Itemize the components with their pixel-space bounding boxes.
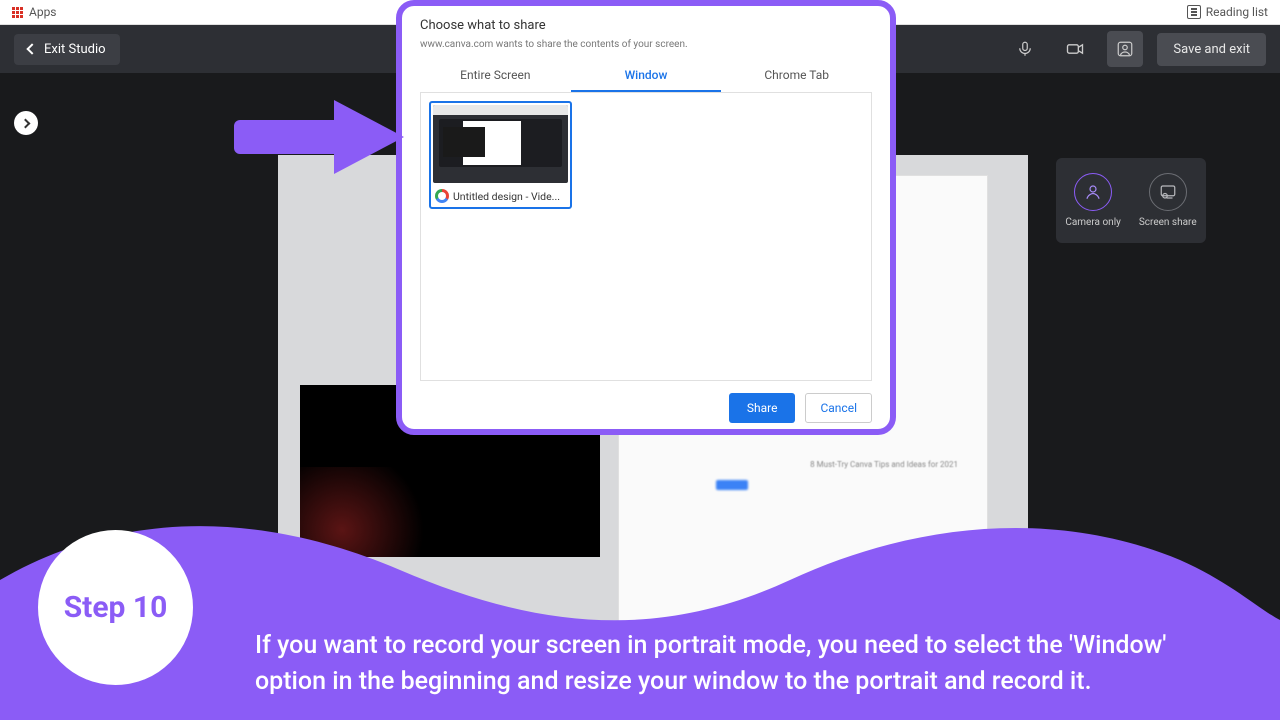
presenter-button[interactable] xyxy=(1107,31,1143,67)
screen-share-label: Screen share xyxy=(1139,217,1197,228)
exit-studio-label: Exit Studio xyxy=(44,42,106,57)
canvas-blurred-pill xyxy=(716,480,748,490)
screen-share-circle xyxy=(1149,173,1187,211)
camera-icon xyxy=(1065,39,1085,59)
reading-list-button[interactable]: Reading list xyxy=(1187,5,1268,19)
canvas-blurred-text: 8 Must-Try Canva Tips and Ideas for 2021 xyxy=(810,460,958,469)
camera-only-option[interactable]: Camera only xyxy=(1065,173,1121,228)
share-body: Untitled design - Vide... xyxy=(420,93,872,381)
cancel-button[interactable]: Cancel xyxy=(805,393,872,423)
screen-share-option[interactable]: Screen share xyxy=(1139,173,1197,228)
reading-list-icon xyxy=(1187,5,1201,19)
exit-studio-button[interactable]: Exit Studio xyxy=(14,34,120,65)
chrome-icon xyxy=(435,189,449,203)
step-instruction-text: If you want to record your screen in por… xyxy=(255,628,1180,701)
apps-grid-icon xyxy=(12,7,23,18)
tutorial-step-overlay: Step 10 If you want to record your scree… xyxy=(0,500,1280,720)
dialog-actions: Share Cancel xyxy=(420,393,872,423)
tab-entire-screen[interactable]: Entire Screen xyxy=(420,60,571,92)
chevron-right-icon xyxy=(20,118,30,128)
dialog-title: Choose what to share xyxy=(420,18,872,33)
share-tabs: Entire Screen Window Chrome Tab xyxy=(420,60,872,93)
apps-shortcut[interactable]: Apps xyxy=(12,5,57,19)
window-thumbnail[interactable]: Untitled design - Vide... xyxy=(429,101,572,209)
chevron-left-icon xyxy=(26,43,37,54)
screen-share-icon xyxy=(1159,183,1177,201)
tab-window[interactable]: Window xyxy=(571,60,722,92)
recording-mode-panel: Camera only Screen share xyxy=(1056,158,1206,243)
person-icon xyxy=(1084,183,1102,201)
microphone-button[interactable] xyxy=(1007,31,1043,67)
tab-chrome-tab[interactable]: Chrome Tab xyxy=(721,60,872,92)
camera-only-label: Camera only xyxy=(1065,217,1121,228)
camera-only-circle xyxy=(1074,173,1112,211)
camera-button[interactable] xyxy=(1057,31,1093,67)
share-button[interactable]: Share xyxy=(729,393,796,423)
dialog-subtitle: www.canva.com wants to share the content… xyxy=(420,39,872,50)
person-square-icon xyxy=(1116,40,1134,58)
share-dialog: Choose what to share www.canva.com wants… xyxy=(396,0,896,435)
save-and-exit-button[interactable]: Save and exit xyxy=(1157,33,1266,66)
expand-sidebar-button[interactable] xyxy=(14,111,38,135)
step-badge: Step 10 xyxy=(38,530,193,685)
window-thumbnail-caption: Untitled design - Vide... xyxy=(433,183,568,205)
apps-label: Apps xyxy=(29,5,57,19)
header-actions: Save and exit xyxy=(1007,31,1266,67)
window-thumbnail-label: Untitled design - Vide... xyxy=(453,190,560,203)
microphone-icon xyxy=(1016,40,1034,58)
reading-list-label: Reading list xyxy=(1206,5,1268,19)
window-thumbnail-preview xyxy=(433,105,568,183)
annotation-arrow-icon xyxy=(234,100,404,180)
